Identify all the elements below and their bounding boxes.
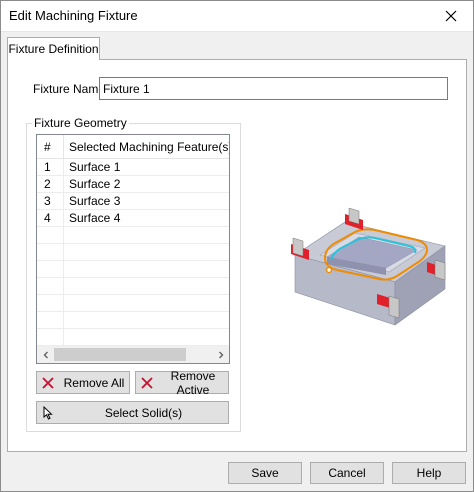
scroll-left-button[interactable] xyxy=(37,346,54,363)
row-number: 2 xyxy=(37,176,64,192)
close-button[interactable] xyxy=(436,4,466,28)
row-feature xyxy=(64,244,229,260)
table-row[interactable] xyxy=(37,278,229,295)
row-feature xyxy=(64,312,229,328)
save-label: Save xyxy=(251,466,279,480)
row-feature xyxy=(64,278,229,294)
select-solids-label: Select Solid(s) xyxy=(104,405,183,420)
column-header-feature[interactable]: Selected Machining Feature(s) xyxy=(64,135,229,158)
row-feature: Surface 4 xyxy=(69,211,121,225)
row-number xyxy=(37,329,64,345)
window-title: Edit Machining Fixture xyxy=(9,8,138,23)
row-number xyxy=(37,227,64,243)
remove-all-label: Remove All xyxy=(63,375,125,390)
horizontal-scrollbar[interactable] xyxy=(37,346,229,363)
remove-active-label: Remove Active xyxy=(170,368,216,397)
feature-list[interactable]: # Selected Machining Feature(s) 1 Surface… xyxy=(36,134,230,364)
help-button[interactable]: Help xyxy=(392,462,466,484)
list-body: 1 Surface 1 2 Surface 2 3 Surface 3 4 Surface 4 xyxy=(37,159,229,346)
table-row[interactable]: 2 Surface 2 xyxy=(37,176,229,193)
red-x-icon xyxy=(42,376,54,389)
row-number xyxy=(37,261,64,277)
cursor-arrow-icon xyxy=(43,405,53,420)
chevron-left-icon xyxy=(43,351,48,358)
cancel-label: Cancel xyxy=(328,466,366,480)
row-number: 1 xyxy=(37,159,64,175)
remove-active-button[interactable]: Remove Active xyxy=(135,368,229,397)
select-solids-button[interactable]: Select Solid(s) xyxy=(36,401,229,424)
help-label: Help xyxy=(416,466,442,480)
list-header: # Selected Machining Feature(s) xyxy=(37,135,229,159)
tab-label: Fixture Definition xyxy=(8,42,99,56)
scroll-thumb[interactable] xyxy=(54,348,186,361)
row-number: 3 xyxy=(37,193,64,209)
fixture-3d-model xyxy=(291,207,446,326)
remove-all-button[interactable]: Remove All xyxy=(36,371,130,394)
table-row[interactable]: 3 Surface 3 xyxy=(37,193,229,210)
fixture-name-input[interactable] xyxy=(99,77,448,100)
row-number xyxy=(37,278,64,294)
save-button[interactable]: Save xyxy=(228,462,302,484)
scroll-track[interactable] xyxy=(54,348,212,361)
table-row[interactable]: 4 Surface 4 xyxy=(37,210,229,227)
table-row[interactable] xyxy=(37,261,229,278)
cancel-button[interactable]: Cancel xyxy=(310,462,384,484)
table-row[interactable]: 1 Surface 1 xyxy=(37,159,229,176)
row-feature xyxy=(64,295,229,311)
row-feature xyxy=(64,261,229,277)
row-feature: Surface 1 xyxy=(69,160,121,174)
table-row[interactable] xyxy=(37,295,229,312)
red-x-icon xyxy=(141,376,153,389)
fixture-geometry-legend: Fixture Geometry xyxy=(32,116,129,130)
scroll-right-button[interactable] xyxy=(212,346,229,363)
row-feature xyxy=(64,329,229,345)
column-header-number[interactable]: # xyxy=(37,135,64,158)
table-row[interactable] xyxy=(37,329,229,346)
title-bar: Edit Machining Fixture xyxy=(0,0,474,32)
table-row[interactable] xyxy=(37,227,229,244)
fixture-name-label: Fixture Name: xyxy=(33,82,109,96)
table-row[interactable] xyxy=(37,244,229,261)
row-number: 4 xyxy=(37,210,64,226)
row-number xyxy=(37,312,64,328)
close-icon xyxy=(445,10,457,22)
row-feature: Surface 2 xyxy=(69,177,121,191)
row-number xyxy=(37,244,64,260)
chevron-right-icon xyxy=(218,351,223,358)
row-feature: Surface 3 xyxy=(69,194,121,208)
fixture-preview-image xyxy=(291,207,446,326)
row-number xyxy=(37,295,64,311)
tab-fixture-definition[interactable]: Fixture Definition xyxy=(7,37,100,60)
table-row[interactable] xyxy=(37,312,229,329)
row-feature xyxy=(64,227,229,243)
